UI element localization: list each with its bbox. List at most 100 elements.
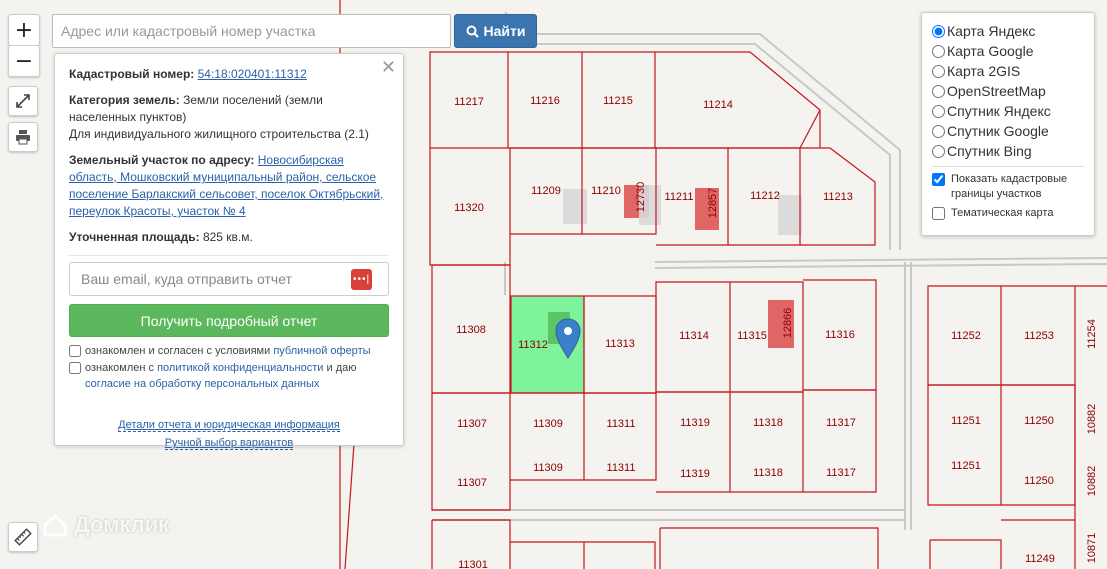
parcel-label: 10882 — [1086, 465, 1098, 497]
house-logo-icon — [43, 513, 67, 537]
area-value: 825 кв.м. — [202, 230, 253, 244]
search-icon — [466, 25, 479, 38]
parcel-info-panel: ✕ Кадастровый номер: 54:18:020401:11312 … — [54, 53, 404, 450]
parcel-label: 11253 — [1024, 330, 1054, 342]
parcel-label: 11301 — [458, 559, 488, 569]
layer-radio[interactable] — [932, 104, 945, 118]
address-label: Земельный участок по адресу: — [69, 153, 255, 167]
layer-option-google-satellite[interactable]: Спутник Google — [932, 121, 1084, 141]
parcel-label: 11313 — [605, 338, 635, 350]
mail-icon: •••| — [351, 269, 372, 290]
privacy-consent: ознакомлен с политикой конфиденциальност… — [69, 360, 389, 392]
parcel-label: 12857 — [707, 187, 719, 219]
layer-option-yandex-satellite[interactable]: Спутник Яндекс — [932, 101, 1084, 121]
parcel-label: 11249 — [1025, 553, 1055, 565]
parcel-label: 11254 — [1086, 319, 1098, 349]
layer-label: Карта Google — [947, 43, 1034, 59]
parcel-label: 11307 — [457, 477, 487, 489]
email-field[interactable] — [70, 263, 388, 295]
layer-radio[interactable] — [932, 124, 945, 138]
layer-label: Спутник Bing — [947, 143, 1032, 159]
cadastral-row: Кадастровый номер: 54:18:020401:11312 — [69, 66, 389, 83]
cadastral-number-link[interactable]: 54:18:020401:11312 — [198, 67, 307, 81]
search-input[interactable] — [52, 14, 451, 48]
manual-selection-link[interactable]: Ручной выбор вариантов — [164, 437, 294, 450]
printer-icon — [16, 130, 30, 145]
parcel-label: 11209 — [531, 185, 561, 197]
category-row: Категория земель: Земли поселений (земли… — [69, 92, 389, 143]
layer-label: Спутник Google — [947, 123, 1049, 139]
privacy-consent-checkbox[interactable] — [69, 362, 81, 374]
layer-option-google-map[interactable]: Карта Google — [932, 41, 1084, 61]
parcel-label: 10882 — [1086, 403, 1098, 435]
layer-radio[interactable] — [932, 84, 945, 98]
show-borders-label: Показать кадастровые границы участков — [951, 173, 1068, 200]
public-offer-link[interactable]: публичной оферты — [273, 345, 370, 357]
measure-button[interactable] — [8, 522, 38, 552]
layer-option-osm[interactable]: OpenStreetMap — [932, 81, 1084, 101]
parcel-label: 12866 — [782, 307, 794, 339]
parcel-label: 11311 — [606, 462, 636, 474]
area-label: Уточненная площадь: — [69, 230, 200, 244]
parcel-label: 12730 — [635, 181, 647, 213]
parcel-label: 11213 — [823, 191, 853, 203]
parcel-label: 11318 — [753, 417, 783, 429]
privacy-policy-link[interactable]: политикой конфиденциальности — [157, 362, 323, 374]
email-field-wrapper: •••| — [69, 262, 389, 296]
parcel-label: 11316 — [825, 329, 855, 341]
offer-consent-checkbox[interactable] — [69, 345, 81, 357]
parcel-label: 11251 — [951, 460, 981, 472]
parcel-label: 11315 — [737, 330, 767, 342]
parcel-label: 11309 — [533, 418, 563, 430]
layer-option-bing-satellite[interactable]: Спутник Bing — [932, 141, 1084, 161]
layer-radio[interactable] — [932, 24, 945, 38]
layer-option-2gis-map[interactable]: Карта 2GIS — [932, 61, 1084, 81]
layer-label: Карта Яндекс — [947, 23, 1036, 39]
parcel-label: 11319 — [680, 468, 710, 480]
thematic-map-option[interactable]: Тематическая карта — [932, 206, 1084, 221]
parcel-label: 11312 — [518, 339, 548, 351]
layer-radio[interactable] — [932, 64, 945, 78]
expand-icon — [16, 94, 30, 108]
parcel-label: 11212 — [750, 190, 780, 202]
report-details-link[interactable]: Детали отчета и юридическая информация — [118, 419, 340, 432]
layer-label: Спутник Яндекс — [947, 103, 1051, 119]
layer-label: OpenStreetMap — [947, 83, 1046, 99]
close-icon[interactable]: ✕ — [381, 59, 396, 77]
parcel-label: 11214 — [703, 99, 733, 111]
layer-label: Карта 2GIS — [947, 63, 1021, 79]
search-button[interactable]: Найти — [454, 14, 537, 48]
parcel-label: 11215 — [603, 95, 633, 107]
parcel-label: 11317 — [826, 417, 856, 429]
layer-switcher: Карта Яндекс Карта Google Карта 2GIS Ope… — [921, 12, 1095, 236]
ruler-icon — [14, 528, 32, 546]
parcel-label: 11314 — [679, 330, 709, 342]
layer-option-yandex-map[interactable]: Карта Яндекс — [932, 21, 1084, 41]
parcel-label: 11311 — [606, 418, 636, 430]
fullscreen-button[interactable] — [8, 86, 38, 116]
watermark-text: Домклик — [74, 512, 170, 537]
parcel-label: 10871 — [1086, 532, 1098, 564]
thematic-map-checkbox[interactable] — [932, 207, 945, 220]
address-row: Земельный участок по адресу: Новосибирск… — [69, 152, 389, 220]
parcel-label: 11318 — [753, 467, 783, 479]
zoom-in-button[interactable]: + — [8, 14, 40, 46]
layer-radio[interactable] — [932, 144, 945, 158]
show-borders-option[interactable]: Показать кадастровые границы участков — [932, 172, 1084, 202]
show-borders-checkbox[interactable] — [932, 173, 945, 186]
offer-consent: ознакомлен и согласен с условиями публич… — [69, 343, 389, 359]
parcel-label: 11251 — [951, 415, 981, 427]
land-use-value: Для индивидуального жилищного строительс… — [69, 127, 369, 141]
parcel-label: 11320 — [454, 202, 484, 214]
area-row: Уточненная площадь: 825 кв.м. — [69, 229, 389, 246]
parcel-label: 11216 — [530, 95, 560, 107]
layer-radio[interactable] — [932, 44, 945, 58]
get-report-button[interactable]: Получить подробный отчет — [69, 304, 389, 337]
data-processing-link[interactable]: согласие на обработку персональных данны… — [85, 378, 319, 390]
domclick-watermark: Домклик — [42, 512, 169, 538]
parcel-label: 11210 — [591, 185, 621, 197]
privacy-consent-mid: и даю — [326, 362, 357, 374]
zoom-out-button[interactable]: − — [8, 45, 40, 77]
category-label: Категория земель: — [69, 93, 180, 107]
print-button[interactable] — [8, 122, 38, 152]
